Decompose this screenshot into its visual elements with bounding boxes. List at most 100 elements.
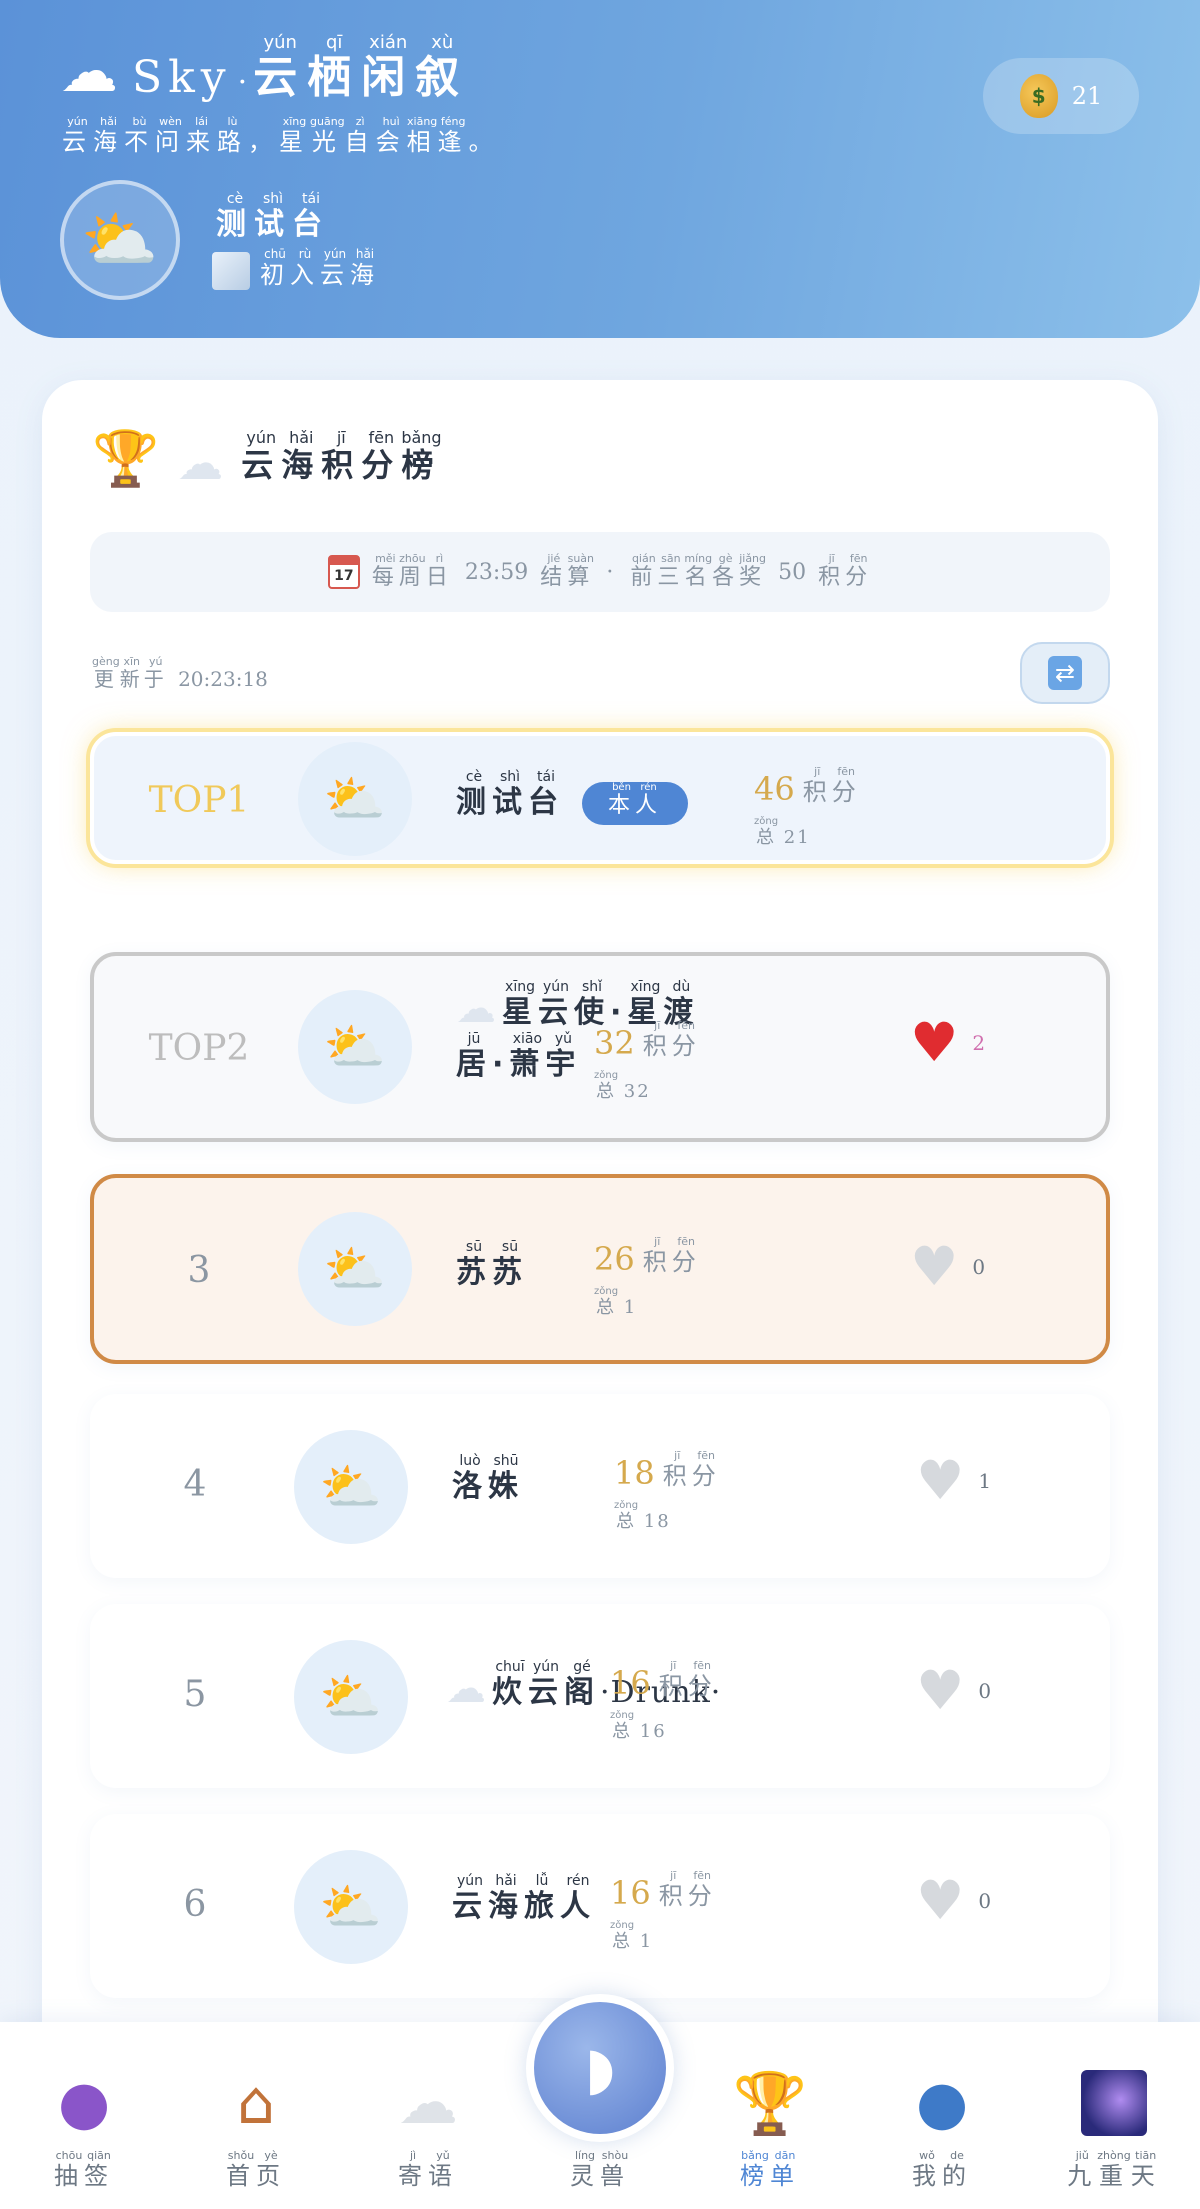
updated-time: 更gèng新xīn于yú 20:23:18 — [92, 655, 268, 692]
like-count: 2 — [972, 1031, 986, 1055]
cloud-icon: ☁ — [60, 37, 118, 105]
board-title: 🏆 ☁ 云yún海hǎi积jī分fēn榜bǎng — [92, 427, 442, 490]
total-score: 总zǒng 1 — [610, 1920, 653, 1953]
avatar: ⛅ — [298, 990, 412, 1104]
brand-latin: Sky — [132, 52, 232, 103]
player-name: 测cè试shì台tái 本běn人rén — [456, 769, 689, 825]
like-button[interactable]: ♥ 1 — [916, 1454, 991, 1508]
profile-rank: 初chū入rù云yún海hǎi — [212, 247, 380, 290]
calendar-icon: 17 — [327, 555, 360, 589]
sun-cloud-icon: ⛅ — [319, 1457, 383, 1516]
avatar: ⛅ — [298, 1212, 412, 1326]
mist-icon — [212, 252, 250, 290]
score: 32 积jī分fēn — [594, 1019, 701, 1062]
player-name: 苏sū苏sū — [456, 1239, 528, 1294]
total-value: 1 — [639, 1931, 654, 1952]
sun-cloud-icon: ⛅ — [319, 1877, 383, 1936]
notice-time: 23:59 — [464, 559, 529, 585]
rank-label: 4 — [183, 1464, 207, 1505]
score-value: 16 — [610, 1874, 651, 1912]
notice-number: 50 — [778, 559, 807, 585]
total-label: 总zǒng — [610, 1920, 635, 1952]
whale-icon: ◗ — [534, 2002, 666, 2134]
total-score: 总zǒng 18 — [614, 1500, 671, 1533]
heart-icon: ♥ — [910, 1235, 959, 1298]
refresh-button[interactable]: ⇄ — [1020, 642, 1110, 704]
like-button[interactable]: ♥ 2 — [910, 1016, 985, 1070]
profile-name: 测cè试shì台tái — [216, 191, 330, 242]
coin-balance[interactable]: $ 21 — [983, 58, 1139, 134]
leaderboard-row[interactable]: 5 ⛅ ☁炊chuī云yún阁gé·Drunk· 16 积jī分fēn 总zǒng… — [90, 1604, 1110, 1788]
notice-text: 积jī分fēn — [818, 552, 873, 590]
score-unit: 积jī分fēn — [642, 1235, 701, 1276]
score-value: 18 — [614, 1454, 655, 1492]
total-score: 总zǒng 16 — [610, 1710, 667, 1743]
score-unit: 积jī分fēn — [662, 1449, 721, 1490]
nav-draw[interactable]: ● 抽chōu签qiān — [14, 2022, 154, 2209]
heart-icon: ♥ — [916, 1449, 965, 1512]
total-label: 总zǒng — [610, 1710, 635, 1742]
profile-avatar[interactable]: ⛅ — [60, 180, 180, 300]
score-unit: 积jī分fēn — [642, 1019, 701, 1060]
player-name-text: 苏sū苏sū — [456, 1239, 528, 1290]
total-label: 总zǒng — [594, 1070, 619, 1102]
nav-home[interactable]: ⌂ 首shǒu页yè — [186, 2022, 326, 2209]
total-value: 18 — [643, 1511, 671, 1532]
avatar: ⛅ — [294, 1850, 408, 1964]
nav-label: 我wǒ的de — [912, 2149, 972, 2190]
player-name-text: 居jū·萧xiāo宇yǔ — [456, 1031, 582, 1082]
brand-dot: · — [237, 65, 248, 100]
rank-label: 5 — [183, 1674, 207, 1715]
score-value: 32 — [594, 1024, 635, 1062]
trophy-icon: 🏆 — [92, 427, 160, 490]
total-score: 总zǒng 32 — [594, 1070, 651, 1103]
heart-icon: ♥ — [916, 1659, 965, 1722]
nav-label: 九jiǔ重zhòng天tiān — [1067, 2149, 1161, 2190]
total-value: 1 — [623, 1297, 638, 1318]
nav-spirit-beast[interactable]: ◗ — [526, 1994, 674, 2142]
bottom-nav: ● 抽chōu签qiān ⌂ 首shǒu页yè ☁ 寄jì语yǔ ◗ 灵líng… — [0, 1994, 1200, 2209]
rank-label: TOP2 — [148, 1028, 250, 1069]
trophy-icon: 🏆 — [732, 2068, 808, 2139]
cloud-icon: ☁ — [456, 986, 502, 1032]
score-unit: 积jī分fēn — [802, 765, 861, 806]
sun-cloud-icon: ⛅ — [323, 769, 387, 828]
leaderboard-row[interactable]: 4 ⛅ 洛luò姝shū 18 积jī分fēn 总zǒng 18 ♥ 1 — [90, 1394, 1110, 1578]
leaderboard-row[interactable]: TOP2 ⛅ ☁星xīng云yún使shǐ·星xīng渡dù 居jū·萧xiāo… — [90, 952, 1110, 1142]
leaderboard-row[interactable]: TOP1 ⛅ 测cè试shì台tái 本běn人rén 46 积jī分fēn 总zǒ… — [90, 732, 1110, 864]
total-value: 16 — [639, 1721, 667, 1742]
rank-label: 3 — [187, 1250, 211, 1291]
like-button[interactable]: ♥ 0 — [916, 1664, 991, 1718]
total-label: 总zǒng — [594, 1286, 619, 1318]
notice-text: 前qián三sān名míng各gè奖jiǎng — [630, 552, 767, 590]
player-name-text: 洛luò姝shū — [452, 1453, 524, 1504]
nav-me[interactable]: ● 我wǒ的de — [872, 2022, 1012, 2209]
avatar: ⛅ — [294, 1430, 408, 1544]
leaderboard-row[interactable]: 3 ⛅ 苏sū苏sū 26 积jī分fēn 总zǒng 1 ♥ 0 — [90, 1174, 1110, 1364]
total-score: 总zǒng 1 — [594, 1286, 637, 1319]
house-icon: ⌂ — [236, 2068, 276, 2138]
avatar: ⛅ — [294, 1640, 408, 1754]
like-button[interactable]: ♥ 0 — [916, 1874, 991, 1928]
total-value: 21 — [783, 827, 811, 848]
nav-label: 榜bǎng单dān — [740, 2149, 800, 2190]
nav-messages[interactable]: ☁ 寄jì语yǔ — [358, 2022, 498, 2209]
score-value: 46 — [754, 770, 795, 808]
leaderboard-card: 🏆 ☁ 云yún海hǎi积jī分fēn榜bǎng 17 每měi周zhōu日rì… — [42, 380, 1158, 2209]
settlement-notice: 17 每měi周zhōu日rì 23:59 结jié算suàn · 前qián三… — [90, 532, 1110, 612]
total-score: 总zǒng 21 — [754, 816, 811, 849]
nav-leaderboard[interactable]: 🏆 榜bǎng单dān — [700, 2022, 840, 2209]
score: 16 积jī分fēn — [610, 1659, 717, 1702]
updated-value: 20:23:18 — [178, 667, 268, 691]
like-button[interactable]: ♥ 0 — [910, 1240, 985, 1294]
sun-cloud-icon: ⛅ — [81, 203, 159, 276]
leaderboard-row[interactable]: 6 ⛅ 云yún海hǎi旅lǚ人rén 16 积jī分fēn 总zǒng 1 ♥ 0 — [90, 1814, 1110, 1998]
profile-rank-label: 初chū入rù云yún海hǎi — [260, 247, 380, 289]
nav-ninth-heaven[interactable]: 九jiǔ重zhòng天tiān — [1044, 2022, 1184, 2209]
refresh-icon: ⇄ — [1048, 656, 1082, 690]
heart-icon: ♥ — [916, 1869, 965, 1932]
score-value: 26 — [594, 1240, 635, 1278]
player-name: 云yún海hǎi旅lǚ人rén — [452, 1873, 596, 1928]
total-label: 总zǒng — [614, 1500, 639, 1532]
cloud-icon: ☁ — [177, 436, 224, 490]
